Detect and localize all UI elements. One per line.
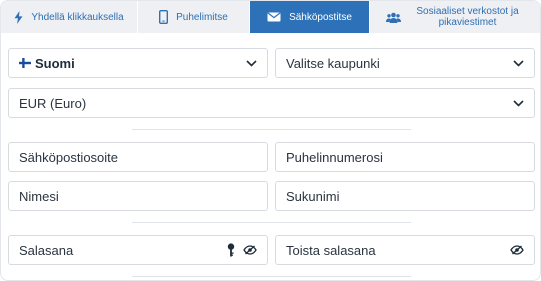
repeat-password-field[interactable]: Toista salasana bbox=[275, 235, 535, 265]
password-placeholder: Salasana bbox=[19, 242, 74, 258]
chevron-down-icon bbox=[513, 59, 524, 67]
city-placeholder: Valitse kaupunki bbox=[286, 55, 380, 71]
country-select[interactable]: Suomi bbox=[8, 48, 268, 78]
repeat-password-placeholder: Toista salasana bbox=[286, 242, 376, 258]
country-value: Suomi bbox=[35, 55, 75, 71]
currency-select[interactable]: EUR (Euro) bbox=[8, 88, 535, 118]
section-divider bbox=[132, 222, 411, 223]
envelope-icon bbox=[267, 12, 281, 22]
tab-social[interactable]: Sosiaaliset verkostot ja pikaviestimet bbox=[370, 1, 540, 33]
users-icon bbox=[385, 12, 401, 23]
city-select[interactable]: Valitse kaupunki bbox=[275, 48, 535, 78]
eye-slash-icon[interactable] bbox=[243, 245, 257, 255]
tab-one-click[interactable]: Yhdellä klikkauksella bbox=[1, 1, 138, 33]
lightning-icon bbox=[14, 10, 23, 24]
key-icon[interactable] bbox=[227, 243, 235, 257]
tab-email[interactable]: Sähköpostitse bbox=[250, 1, 370, 33]
email-placeholder: Sähköpostiosoite bbox=[19, 149, 119, 165]
tab-phone[interactable]: Puhelimitse bbox=[138, 1, 250, 33]
tab-social-label: Sosiaaliset verkostot ja pikaviestimet bbox=[416, 6, 519, 28]
phone-field[interactable]: Puhelinnumerosi bbox=[275, 142, 535, 172]
currency-value: EUR (Euro) bbox=[19, 95, 87, 111]
password-field[interactable]: Salasana bbox=[8, 235, 268, 265]
phone-placeholder: Puhelinnumerosi bbox=[286, 149, 383, 165]
phone-icon bbox=[159, 10, 169, 24]
chevron-down-icon bbox=[513, 99, 524, 107]
last-name-placeholder: Sukunimi bbox=[286, 188, 340, 204]
first-name-placeholder: Nimesi bbox=[19, 188, 59, 204]
last-name-field[interactable]: Sukunimi bbox=[275, 181, 535, 211]
section-divider bbox=[132, 276, 411, 277]
registration-method-tabs: Yhdellä klikkauksella Puhelimitse Sähköp… bbox=[1, 1, 540, 33]
section-divider bbox=[132, 129, 411, 130]
tab-email-label: Sähköpostitse bbox=[289, 11, 352, 23]
tab-one-click-label: Yhdellä klikkauksella bbox=[31, 11, 124, 23]
email-field[interactable]: Sähköpostiosoite bbox=[8, 142, 268, 172]
tab-phone-label: Puhelimitse bbox=[176, 11, 228, 23]
registration-form: Yhdellä klikkauksella Puhelimitse Sähköp… bbox=[0, 0, 541, 281]
first-name-field[interactable]: Nimesi bbox=[8, 181, 268, 211]
chevron-down-icon bbox=[246, 59, 257, 67]
eye-slash-icon[interactable] bbox=[510, 245, 524, 255]
finland-flag-icon bbox=[19, 58, 31, 68]
